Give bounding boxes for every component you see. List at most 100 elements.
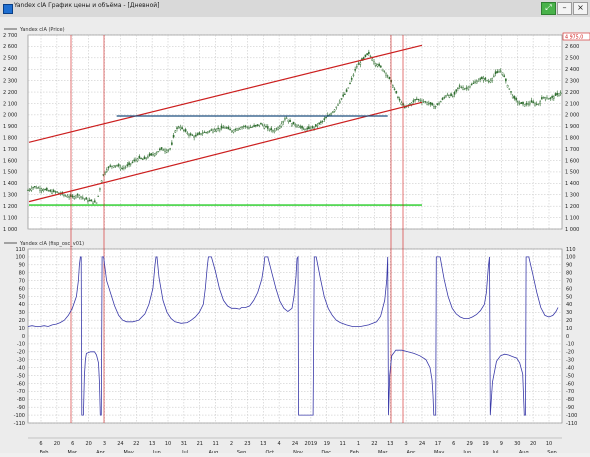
candle-body (535, 103, 538, 105)
price-y-tick-left: 1 800 (3, 136, 17, 142)
oscillator-y-tick-right: -10 (566, 342, 574, 348)
oscillator-y-tick-left: 40 (19, 302, 25, 308)
candle-body (340, 98, 343, 100)
price-y-tick-right: 2 500 (565, 56, 579, 62)
oscillator-y-tick-right: -90 (566, 405, 574, 411)
x-day-tick: 3 (405, 441, 408, 447)
candle-body (463, 88, 466, 90)
price-y-tick-right: 1 600 (565, 158, 579, 164)
candle-body (207, 131, 209, 133)
oscillator-y-tick-left: 70 (19, 278, 25, 284)
price-y-tick-right: 1 500 (565, 170, 579, 176)
candle-body (392, 85, 394, 88)
minimize-button[interactable]: – (557, 2, 572, 15)
oscillator-y-tick-left: -50 (17, 373, 25, 379)
candle-body (321, 120, 324, 122)
candle-body (241, 126, 243, 128)
candle-body (359, 62, 362, 65)
candle-body (328, 114, 331, 116)
candle-body (114, 165, 117, 167)
x-day-tick: 2019 (305, 441, 318, 447)
oscillator-legend-label: Yandex clA (fisp_osc_v01) (19, 241, 84, 247)
oscillator-y-tick-left: 80 (19, 271, 25, 277)
x-day-tick: 6 (39, 441, 42, 447)
price-y-tick-right: 2 200 (565, 90, 579, 96)
oscillator-y-tick-right: -80 (566, 397, 574, 403)
candle-body (525, 102, 528, 105)
candle-body (374, 63, 377, 66)
candle-body (508, 88, 511, 90)
candle-body (443, 97, 446, 99)
candle-body (32, 187, 34, 189)
x-day-tick: 6 (71, 441, 74, 447)
candle-body (165, 150, 168, 153)
x-day-tick: 4 (278, 441, 281, 447)
candle-body (111, 165, 113, 167)
candle-body (513, 96, 516, 99)
candle-body (333, 109, 336, 112)
candle-body (462, 87, 464, 90)
candle-body (171, 142, 173, 145)
candle-body (229, 129, 231, 131)
candle-body (94, 200, 96, 203)
candle-body (323, 118, 326, 120)
candle-body (179, 127, 182, 130)
pin-button[interactable]: ⤢ (541, 2, 556, 15)
price-y-tick-left: 2 700 (3, 33, 17, 39)
candle-body (52, 189, 55, 193)
candle-body (455, 89, 458, 92)
candle-body (294, 124, 297, 127)
candle-body (534, 103, 536, 106)
close-button[interactable]: × (573, 2, 588, 15)
candle-body (453, 91, 456, 95)
candle-body (515, 98, 517, 101)
candle-body (522, 101, 524, 105)
candle-body (256, 124, 259, 126)
candle-body (234, 129, 237, 131)
candle-body (210, 129, 213, 131)
candle-body (116, 165, 118, 167)
candle-body (472, 82, 475, 84)
candle-body (95, 202, 98, 204)
candle-body (239, 127, 242, 130)
chart-area[interactable]: Yandex clA (Price) Yandex clA (fisp_osc_v… (0, 17, 590, 456)
candle-body (446, 94, 449, 96)
candle-body (311, 126, 314, 128)
candle-body (511, 95, 514, 99)
x-day-tick: 10 (165, 441, 171, 447)
candle-body (380, 65, 382, 68)
candle-body (510, 91, 512, 93)
candle-body (487, 81, 490, 83)
candle-body (373, 61, 375, 64)
candle-body (494, 71, 497, 74)
price-chart-svg[interactable]: Yandex clA (Price) Yandex clA (fisp_osc_v… (0, 17, 590, 456)
candle-body (517, 101, 519, 104)
candle-body (40, 188, 43, 191)
candle-body (152, 154, 154, 156)
candle-body (97, 195, 100, 197)
candle-body (486, 80, 488, 82)
candle-body (458, 85, 461, 87)
candle-body (213, 129, 216, 132)
candle-body (338, 100, 341, 104)
candle-body (277, 127, 279, 130)
candle-body (398, 98, 401, 101)
candle-body (44, 188, 46, 191)
candle-body (400, 102, 403, 105)
price-readout: 4 975,0 (565, 35, 583, 41)
price-y-tick-left: 1 400 (3, 181, 17, 187)
candle-body (119, 167, 122, 170)
candle-body (320, 121, 322, 123)
candle-body (172, 135, 175, 138)
oscillator-y-tick-left: 100 (15, 255, 25, 261)
candle-body (88, 199, 91, 202)
candle-body (491, 77, 493, 81)
candle-body (499, 70, 502, 72)
oscillator-y-tick-left: 110 (15, 247, 25, 253)
candle-body (474, 81, 476, 83)
candle-body (439, 101, 442, 103)
candle-body (34, 186, 36, 188)
candle-body (80, 196, 82, 198)
price-y-tick-left: 1 900 (3, 124, 17, 130)
price-y-tick-left: 1 000 (3, 227, 17, 233)
